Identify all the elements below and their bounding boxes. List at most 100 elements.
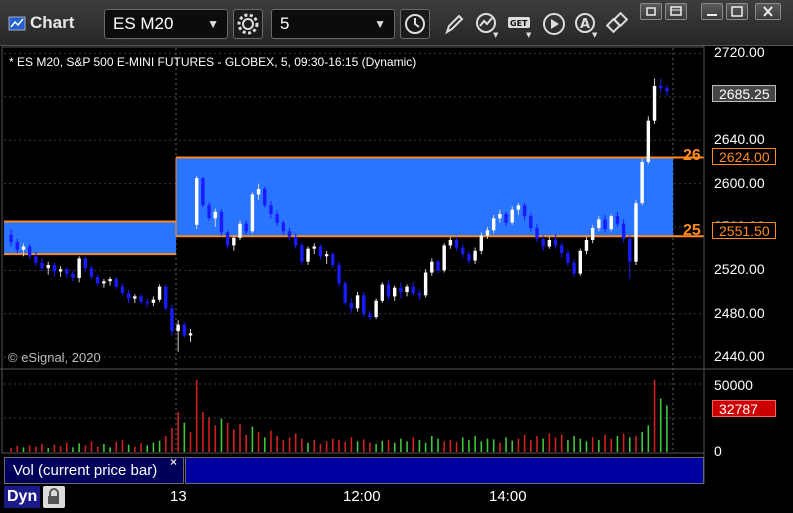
- volume-axis-max: 50000: [714, 377, 753, 393]
- time-label-13: 13: [170, 488, 187, 505]
- candle-body: [96, 276, 100, 284]
- pencil-icon[interactable]: [440, 9, 468, 39]
- candle-body: [139, 296, 143, 302]
- candle-body: [491, 218, 496, 231]
- candle-body: [201, 178, 205, 206]
- volume-legend-bar: [185, 457, 704, 484]
- get-icon[interactable]: GET ▼: [506, 9, 534, 39]
- time-axis[interactable]: [0, 484, 793, 510]
- play-icon[interactable]: [540, 9, 568, 39]
- lock-icon: [48, 488, 59, 504]
- candle-body: [275, 213, 279, 223]
- pin-button[interactable]: [640, 3, 662, 20]
- close-button[interactable]: [755, 3, 781, 20]
- settings-button[interactable]: [233, 9, 263, 39]
- chart-app-icon: [8, 16, 26, 31]
- price-axis-label: 2600.00: [714, 174, 765, 191]
- candle-body: [467, 254, 471, 261]
- candle-body: [176, 324, 180, 332]
- alert-icon[interactable]: A ▼: [572, 9, 600, 39]
- svg-text:A: A: [580, 17, 590, 32]
- volume-gridlines: [4, 383, 704, 419]
- candle-body: [21, 246, 26, 250]
- candle-body: [454, 240, 459, 248]
- close-icon[interactable]: ×: [170, 455, 177, 469]
- candle-body: [58, 269, 63, 272]
- candle-body: [380, 284, 385, 301]
- candle-body: [572, 262, 576, 274]
- chart-study-icon[interactable]: ▼: [473, 9, 501, 39]
- candle-body: [590, 228, 595, 240]
- dock-button[interactable]: [665, 3, 687, 20]
- candle-body: [355, 295, 360, 309]
- maximize-button[interactable]: [726, 3, 748, 20]
- candle-body: [71, 273, 75, 278]
- candle-body: [312, 246, 316, 249]
- candle-body: [46, 264, 50, 269]
- candle-body: [349, 302, 354, 309]
- symbol-value: ES M20: [113, 14, 174, 33]
- interval-combobox[interactable]: 5 ▼: [271, 9, 395, 39]
- candle-body: [510, 209, 514, 223]
- upper-level-tag[interactable]: 2624.00: [712, 148, 776, 165]
- candle-body: [324, 254, 329, 257]
- candle-body: [652, 85, 657, 121]
- volume-legend[interactable]: Vol (current price bar): [4, 457, 184, 484]
- gear-icon: [237, 13, 259, 35]
- candle-body: [541, 238, 545, 247]
- candle-body: [659, 85, 663, 89]
- candle-body: [448, 240, 453, 246]
- candle-body: [170, 308, 174, 332]
- candle-body: [399, 287, 403, 293]
- candle-body: [343, 283, 347, 303]
- lower-level-tag[interactable]: 2551.50: [712, 222, 776, 239]
- candle-body: [157, 286, 162, 300]
- candle-body: [182, 324, 187, 336]
- maximize-icon: [731, 6, 743, 17]
- price-chart[interactable]: [0, 46, 793, 484]
- link-icon[interactable]: [604, 9, 632, 39]
- candle-body: [560, 245, 564, 254]
- candle-body: [281, 222, 286, 232]
- price-axis-label: 2720.00: [714, 44, 765, 61]
- candle-body: [331, 254, 335, 265]
- copyright-text: © eSignal, 2020: [8, 350, 101, 365]
- candle-body: [597, 219, 601, 229]
- candle-body: [300, 245, 304, 262]
- candle-body: [263, 189, 267, 206]
- candle-body: [108, 279, 112, 282]
- symbol-combobox[interactable]: ES M20 ▼: [104, 9, 228, 39]
- candle-body: [584, 240, 589, 251]
- candle-body: [547, 240, 552, 247]
- candle-body: [634, 203, 638, 262]
- candle-body: [207, 205, 211, 219]
- candle-body: [473, 250, 477, 261]
- time-label-1400: 14:00: [489, 488, 527, 505]
- candle-body: [417, 293, 422, 296]
- chevron-down-icon[interactable]: ▼: [374, 10, 386, 38]
- chart-header: * ES M20, S&P 500 E-MINI FUTURES - GLOBE…: [9, 55, 417, 69]
- candle-body: [461, 247, 465, 255]
- upper-level-label: 26: [683, 147, 701, 164]
- clock-icon: [405, 14, 425, 34]
- candle-body: [34, 256, 38, 263]
- volume-axis-zero: 0: [714, 443, 722, 459]
- candle-body: [516, 205, 521, 210]
- candle-body: [405, 286, 409, 293]
- candle-body: [386, 284, 391, 297]
- dock-icon: [670, 6, 682, 16]
- candle-body: [287, 231, 292, 237]
- candle-body: [411, 286, 415, 294]
- candle-body: [102, 281, 106, 284]
- window-title: Chart: [30, 13, 75, 32]
- lock-button[interactable]: [43, 486, 65, 508]
- time-template-button[interactable]: [400, 9, 430, 39]
- candle-body: [293, 236, 298, 246]
- dynamic-mode-label[interactable]: Dyn: [4, 486, 41, 508]
- candle-body: [442, 245, 446, 271]
- candle-body: [430, 261, 434, 273]
- chevron-down-icon[interactable]: ▼: [207, 10, 219, 38]
- minimize-button[interactable]: [701, 3, 723, 20]
- price-axis-label: 2440.00: [714, 348, 765, 365]
- price-axis-label: 2480.00: [714, 304, 765, 321]
